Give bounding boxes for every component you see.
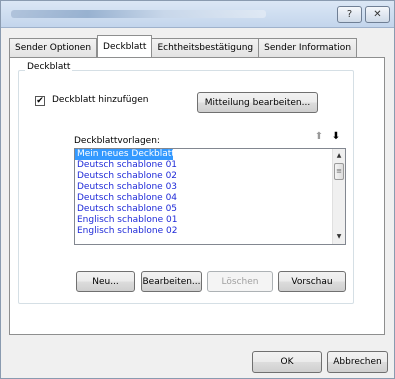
tab-strip: Sender Optionen Deckblatt Echtheitsbestä… xyxy=(9,35,358,57)
new-button[interactable]: Neu... xyxy=(76,271,135,292)
cancel-button[interactable]: Abbrechen xyxy=(327,351,388,373)
preview-button[interactable]: Vorschau xyxy=(278,271,346,292)
list-item[interactable]: Deutsch schablone 02 xyxy=(75,171,345,182)
tab-echtheitsbestaetigung[interactable]: Echtheitsbestätigung xyxy=(152,38,260,57)
tab-sender-information[interactable]: Sender Information xyxy=(259,38,358,57)
scroll-up-icon[interactable]: ▲ xyxy=(333,150,345,162)
list-item[interactable]: Deutsch schablone 01 xyxy=(75,160,345,171)
help-icon: ? xyxy=(346,9,353,20)
groupbox-legend: Deckblatt xyxy=(25,62,73,72)
list-item[interactable]: Mein neues Deckblatt xyxy=(75,149,175,160)
checkmark-icon: ✔ xyxy=(36,96,44,106)
help-button[interactable]: ? xyxy=(337,6,362,23)
templates-scrollbar[interactable]: ▲ ≡ ▼ xyxy=(332,149,345,244)
add-cover-checkbox-label[interactable]: Deckblatt hinzufügen xyxy=(52,95,148,105)
tab-deckblatt[interactable]: Deckblatt xyxy=(97,35,153,57)
templates-label: Deckblattvorlagen: xyxy=(74,136,160,146)
list-item[interactable]: Deutsch schablone 04 xyxy=(75,193,345,204)
edit-message-button[interactable]: Mitteilung bearbeiten... xyxy=(197,92,318,113)
scroll-down-icon[interactable]: ▼ xyxy=(333,231,345,243)
list-item[interactable]: Deutsch schablone 05 xyxy=(75,204,345,215)
close-button[interactable]: ✕ xyxy=(365,6,390,23)
list-item[interactable]: Englisch schablone 02 xyxy=(75,226,345,237)
window-title xyxy=(11,10,266,18)
close-icon: ✕ xyxy=(373,9,382,20)
title-bar[interactable]: ? ✕ xyxy=(1,1,394,28)
move-up-icon[interactable]: ⬆ xyxy=(312,130,326,144)
delete-button[interactable]: Löschen xyxy=(207,271,273,292)
templates-listbox[interactable]: Mein neues Deckblatt Deutsch schablone 0… xyxy=(74,148,346,245)
list-item[interactable]: Englisch schablone 01 xyxy=(75,215,345,226)
move-down-icon[interactable]: ⬇ xyxy=(329,130,343,144)
add-cover-checkbox[interactable]: ✔ xyxy=(35,96,45,106)
list-item[interactable]: Deutsch schablone 03 xyxy=(75,182,345,193)
edit-template-button[interactable]: Bearbeiten... xyxy=(141,271,202,292)
tab-sender-optionen[interactable]: Sender Optionen xyxy=(9,38,98,57)
ok-button[interactable]: OK xyxy=(252,351,322,373)
scroll-thumb[interactable]: ≡ xyxy=(334,163,344,180)
